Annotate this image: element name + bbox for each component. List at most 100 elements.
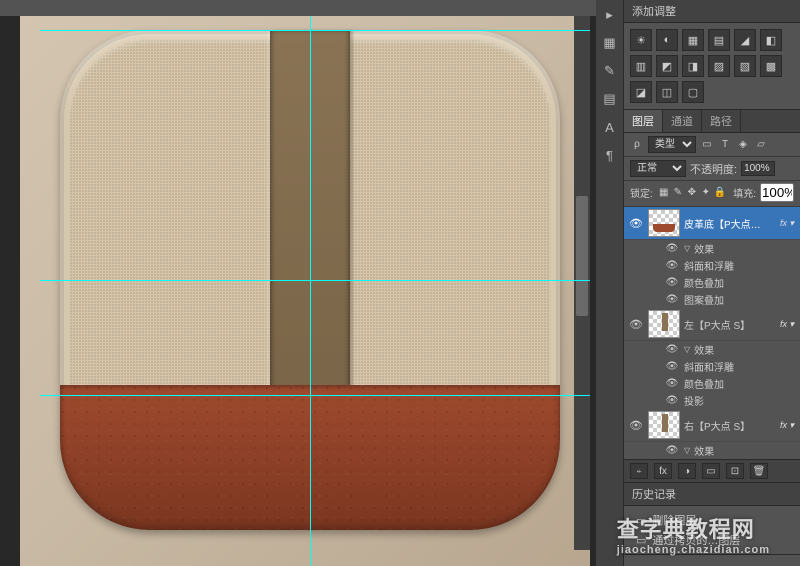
layer-row[interactable]: 👁 左【P大点 S】 fx ▾ [624, 308, 800, 341]
lock-icon[interactable]: ✎ [671, 186, 685, 200]
layer-thumbnail[interactable] [648, 209, 680, 237]
adjustment-icon[interactable]: ▦ [682, 29, 704, 51]
layers-footer-button[interactable]: fx [654, 463, 672, 479]
lock-label: 锁定: [630, 185, 653, 200]
filter-adjust-icon[interactable]: T [718, 138, 732, 152]
adjustment-icon[interactable]: ▩ [760, 55, 782, 77]
visibility-icon[interactable]: 👁 [664, 294, 680, 305]
visibility-icon[interactable]: 👁 [664, 378, 680, 389]
layer-effect-row[interactable]: 👁 斜面和浮雕 [624, 257, 800, 274]
layer-name: 皮革底【P大点… [684, 216, 774, 231]
layers-footer-button[interactable]: ▭ [702, 463, 720, 479]
character-icon[interactable]: A [601, 118, 619, 136]
swatches-icon[interactable]: ▦ [601, 34, 619, 52]
guide-horizontal[interactable] [40, 395, 590, 396]
filter-shape-icon[interactable]: ▱ [754, 138, 768, 152]
effect-label: 斜面和浮雕 [684, 258, 734, 273]
document-canvas[interactable] [20, 0, 590, 566]
visibility-icon[interactable]: 👁 [664, 395, 680, 406]
visibility-icon[interactable]: 👁 [664, 445, 680, 456]
visibility-icon[interactable]: 👁 [664, 260, 680, 271]
layer-name: 左【P大点 S】 [684, 317, 774, 332]
history-item[interactable]: ▭删除图层 [630, 510, 794, 530]
layer-effect-row[interactable]: 👁▽效果 [624, 240, 800, 257]
guide-vertical[interactable] [310, 0, 311, 566]
visibility-icon[interactable]: 👁 [664, 344, 680, 355]
layer-effect-row[interactable]: 👁颜色叠加 [624, 274, 800, 291]
tab-paths[interactable]: 路径 [702, 110, 741, 132]
adjustment-icon[interactable]: ◩ [656, 55, 678, 77]
visibility-icon[interactable]: 👁 [664, 361, 680, 372]
adjustment-icon[interactable]: ▤ [708, 29, 730, 51]
collapse-icon[interactable]: ▸ [601, 6, 619, 24]
brushes-icon[interactable]: ✎ [601, 62, 619, 80]
layer-effect-row[interactable]: 👁▽效果 [624, 442, 800, 459]
fill-input[interactable] [760, 183, 794, 202]
canvas-scrollbar[interactable] [574, 16, 590, 550]
adjustment-icon[interactable]: ▧ [734, 55, 756, 77]
effect-label: 图案叠加 [684, 292, 724, 307]
adjustment-icon[interactable]: ◪ [630, 81, 652, 103]
search-icon[interactable]: ρ [630, 138, 644, 152]
layer-effect-row[interactable]: 👁颜色叠加 [624, 375, 800, 392]
fx-badge[interactable]: fx ▾ [778, 420, 796, 431]
layer-thumbnail[interactable] [648, 411, 680, 439]
tab-channels[interactable]: 通道 [663, 110, 702, 132]
layers-footer-button[interactable]: ⍅ [630, 463, 648, 479]
styles-icon[interactable]: ▤ [601, 90, 619, 108]
chevron-down-icon[interactable]: ▽ [684, 446, 690, 455]
adjustment-icon[interactable]: ▢ [682, 81, 704, 103]
adjustment-icon[interactable]: ◨ [682, 55, 704, 77]
adjustment-icon[interactable]: ☀ [630, 29, 652, 51]
paragraph-icon[interactable]: ¶ [601, 146, 619, 164]
visibility-icon[interactable]: 👁 [664, 277, 680, 288]
adjustment-icon[interactable]: ◧ [760, 29, 782, 51]
adjustment-icon[interactable]: ◫ [656, 81, 678, 103]
layer-effect-row[interactable]: 👁斜面和浮雕 [624, 358, 800, 375]
panels-stack: 添加调整 ☀◐▦▤◢◧▥◩◨▨▧▩◪◫▢ 图层 通道 路径 ρ 类型 ▭ T ◈… [624, 0, 800, 566]
chevron-down-icon[interactable]: ▽ [684, 244, 690, 253]
lock-icon[interactable]: ✥ [685, 186, 699, 200]
history-item[interactable]: ▭通过拷贝的…图层 [630, 530, 794, 550]
adjustment-icon[interactable]: ◢ [734, 29, 756, 51]
lock-icon[interactable]: ▦ [657, 186, 671, 200]
visibility-icon[interactable]: 👁 [628, 318, 644, 331]
guide-horizontal[interactable] [40, 280, 590, 281]
layer-thumbnail[interactable] [648, 310, 680, 338]
visibility-icon[interactable]: 👁 [628, 419, 644, 432]
fx-badge[interactable]: fx ▾ [778, 218, 796, 229]
filter-kind-select[interactable]: 类型 [648, 136, 696, 153]
blend-mode-select[interactable]: 正常 [630, 160, 686, 177]
layers-tabs: 图层 通道 路径 [624, 110, 800, 133]
adjustment-icon[interactable]: ▥ [630, 55, 652, 77]
layer-effect-row[interactable]: 👁▽效果 [624, 341, 800, 358]
adjustments-header[interactable]: 添加调整 [624, 0, 800, 23]
filter-pixel-icon[interactable]: ▭ [700, 138, 714, 152]
layers-footer-button[interactable]: ⊡ [726, 463, 744, 479]
filter-type-icon[interactable]: ◈ [736, 138, 750, 152]
layer-effect-row[interactable]: 👁 图案叠加 [624, 291, 800, 308]
chevron-down-icon[interactable]: ▽ [684, 345, 690, 354]
layers-footer-button[interactable]: 🗑 [750, 463, 768, 479]
visibility-icon[interactable]: 👁 [628, 217, 644, 230]
tab-layers[interactable]: 图层 [624, 110, 663, 132]
lock-icon[interactable]: 🔒 [713, 186, 727, 200]
fx-badge[interactable]: fx ▾ [778, 319, 796, 330]
ruler-top[interactable] [0, 0, 596, 16]
scroll-thumb[interactable] [576, 196, 588, 316]
adjustment-icon[interactable]: ◐ [656, 29, 678, 51]
adjustment-icon[interactable]: ▨ [708, 55, 730, 77]
guide-horizontal[interactable] [40, 30, 590, 31]
history-header[interactable]: 历史记录 [624, 483, 800, 506]
layer-effect-row[interactable]: 👁投影 [624, 392, 800, 409]
opacity-input[interactable] [741, 161, 775, 176]
history-step-icon: ▭ [636, 514, 646, 527]
layer-row[interactable]: 👁 右【P大点 S】 fx ▾ [624, 409, 800, 442]
layers-blend-row: 正常 不透明度: [624, 157, 800, 181]
layers-footer-button[interactable]: ◑ [678, 463, 696, 479]
layer-row[interactable]: 👁 皮革底【P大点… fx ▾ [624, 207, 800, 240]
layer-name: 右【P大点 S】 [684, 418, 774, 433]
layers-list: 👁皮革底【P大点…fx ▾👁▽效果👁斜面和浮雕👁颜色叠加👁图案叠加👁左【P大点 … [624, 207, 800, 459]
lock-icon[interactable]: ✦ [699, 186, 713, 200]
visibility-icon[interactable]: 👁 [664, 243, 680, 254]
